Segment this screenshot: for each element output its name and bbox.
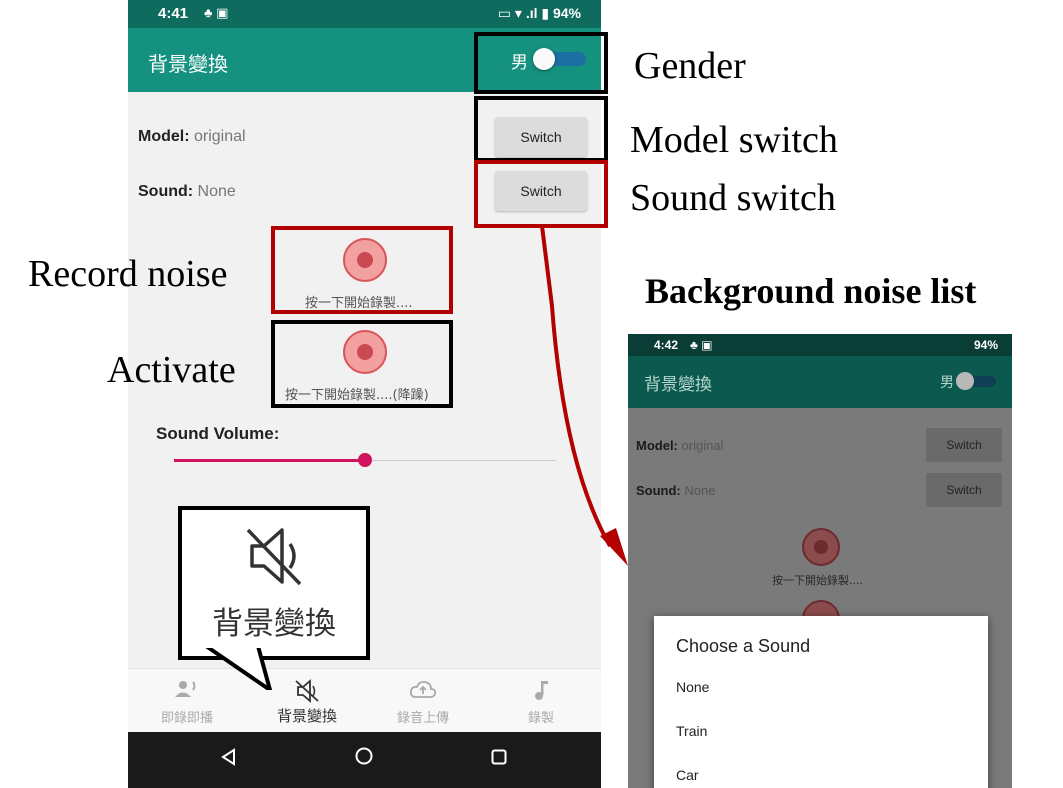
annotation-model-switch: Model switch: [630, 119, 838, 161]
battery-percentage: 94%: [973, 338, 998, 352]
recents-icon[interactable]: [490, 746, 508, 772]
callout-pointer: [204, 644, 273, 690]
status-notification-icons: ♣ ▣: [204, 5, 229, 20]
home-icon[interactable]: [354, 746, 374, 772]
nav-label: 背景變換: [276, 707, 337, 725]
app-bar: 背景變換 男: [628, 356, 1012, 408]
nav-label: 即錄即播: [160, 711, 213, 726]
nav-zoom-callout: 背景變換: [178, 506, 370, 660]
model-value: original: [194, 128, 246, 145]
status-signal-icons: ▭ ▾ .ıl ▮: [497, 5, 550, 21]
model-switch-button[interactable]: Switch: [926, 428, 1002, 462]
music-note-icon: [486, 679, 596, 706]
annotation-activate: Activate: [107, 349, 236, 391]
record-noise-button[interactable]: [802, 528, 840, 566]
model-label: Model:: [636, 438, 678, 453]
status-time: 4:42: [654, 338, 679, 352]
sound-label: Sound:: [636, 483, 681, 498]
volume-slider-thumb[interactable]: [358, 453, 372, 467]
model-switch-highlight-box: [474, 96, 608, 162]
record-caption: 按一下開始錄製....: [772, 574, 863, 587]
volume-slider-fill[interactable]: [174, 459, 366, 462]
bottom-navigation: 即錄即播 背景變換 錄音上傳 錄製: [128, 668, 601, 733]
annotation-gender: Gender: [634, 45, 746, 87]
app-title: 背景變換: [644, 375, 712, 395]
sound-option-none[interactable]: None: [676, 679, 709, 695]
activate-highlight-box: [271, 320, 453, 408]
sound-label: Sound:: [138, 183, 194, 200]
battery-percentage: 94%: [552, 5, 581, 21]
model-label: Model:: [138, 128, 190, 145]
volume-slider-track[interactable]: [366, 460, 556, 461]
sound-value: None: [684, 483, 716, 498]
nav-item-upload[interactable]: 錄音上傳: [368, 669, 478, 733]
record-noise-highlight-box: [271, 226, 453, 314]
record-icon: [814, 540, 828, 554]
connector-arrow: [540, 226, 628, 566]
back-icon[interactable]: [220, 746, 238, 772]
dialog-title: Choose a Sound: [676, 636, 811, 656]
sound-switch-button[interactable]: Switch: [926, 473, 1002, 507]
status-notification-icons: ♣ ▣: [690, 338, 713, 352]
status-bar: 4:41 ♣ ▣ ▭ ▾ .ıl ▮ 94%: [128, 0, 601, 28]
model-value: original: [681, 438, 724, 453]
speaker-off-icon: [242, 524, 306, 595]
gender-toggle-thumb[interactable]: [956, 372, 974, 390]
app-title: 背景變換: [148, 52, 228, 76]
model-row: Model: original: [138, 128, 246, 146]
gender-highlight-box: [474, 32, 608, 94]
annotation-record-noise: Record noise: [28, 253, 228, 295]
model-row: Model: original: [636, 438, 723, 453]
system-navigation-bar: [128, 732, 601, 788]
callout-label: 背景變換: [212, 606, 336, 642]
cloud-upload-icon: [368, 679, 478, 704]
nav-item-record[interactable]: 錄製: [486, 669, 596, 733]
nav-label: 錄製: [527, 711, 554, 726]
sound-option-car[interactable]: Car: [676, 767, 699, 783]
status-time: 4:41: [158, 5, 189, 22]
sound-switch-highlight-box: [474, 160, 608, 228]
status-bar: 4:42 ♣ ▣ 94%: [628, 334, 1012, 356]
nav-label: 錄音上傳: [396, 711, 449, 726]
sound-option-train[interactable]: Train: [676, 723, 707, 739]
annotation-sound-switch: Sound switch: [630, 177, 836, 219]
sound-value: None: [197, 183, 236, 200]
sound-volume-label: Sound Volume:: [156, 424, 280, 443]
second-phone-screen: 4:42 ♣ ▣ 94% 背景變換 男 Model: original Swit…: [628, 334, 1012, 788]
gender-label: 男: [940, 375, 954, 391]
sound-row: Sound: None: [636, 483, 715, 498]
annotation-background-noise-list: Background noise list: [645, 271, 977, 311]
sound-row: Sound: None: [138, 183, 236, 201]
choose-sound-dialog: Choose a Sound None Train Car: [654, 616, 988, 788]
